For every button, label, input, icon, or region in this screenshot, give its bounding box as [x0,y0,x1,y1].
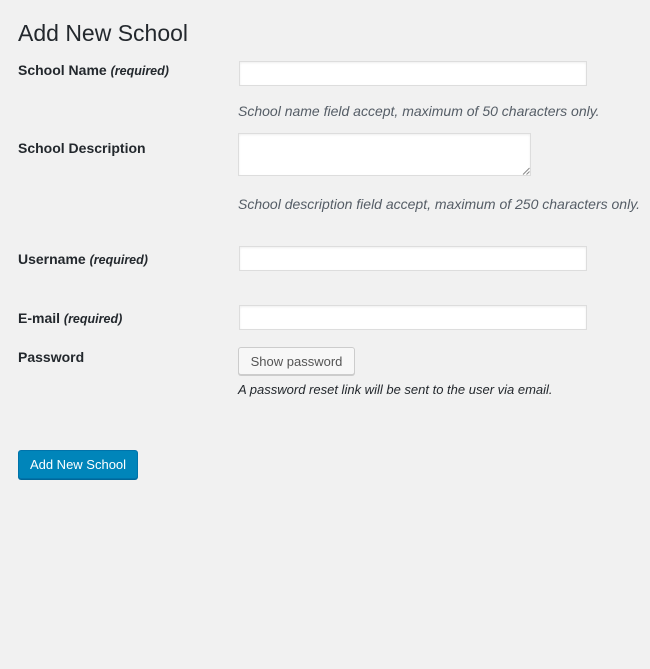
show-password-button[interactable]: Show password [238,347,355,375]
resize-handle-icon[interactable] [522,167,530,175]
page-title: Add New School [18,20,189,46]
password-hint: A password reset link will be sent to th… [238,382,553,397]
username-required-marker: (required) [89,253,148,267]
password-label-text: Password [18,349,85,365]
username-label-text: Username [18,251,86,267]
school-description-hint: School description field accept, maximum… [238,196,641,212]
email-input[interactable] [239,305,587,330]
school-name-hint: School name field accept, maximum of 50 … [238,103,600,119]
add-new-school-button[interactable]: Add New School [18,450,138,479]
email-required-marker: (required) [63,312,123,326]
username-input[interactable] [239,246,587,271]
school-name-label: School Name (required) [18,60,169,81]
school-name-input[interactable] [239,61,587,86]
email-label-text: E-mail [18,310,61,326]
password-label: Password [18,347,84,367]
school-description-label: School Description [18,138,146,158]
school-description-label-text: School Description [18,140,146,156]
school-description-textarea[interactable] [238,133,531,176]
school-name-label-text: School Name [18,62,107,78]
school-name-required-marker: (required) [110,64,169,78]
email-label: E-mail (required) [18,308,122,329]
username-label: Username (required) [18,249,148,270]
